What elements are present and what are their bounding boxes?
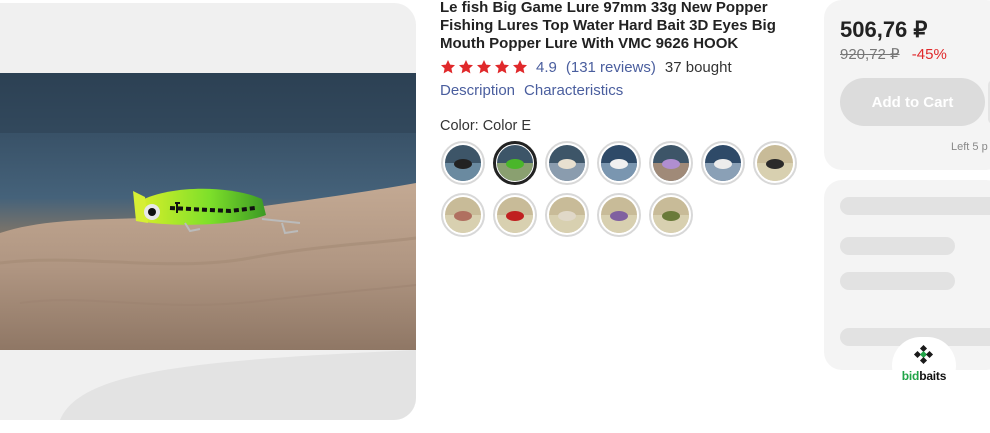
bidbaits-wordmark: bidbaits bbox=[901, 369, 947, 383]
product-title: Le fish Big Game Lure 97mm 33g New Poppe… bbox=[440, 0, 776, 52]
tab-description[interactable]: Description bbox=[440, 82, 515, 99]
rating-stars bbox=[440, 59, 528, 75]
rating-row[interactable]: 4.9 (131 reviews) 37 bought bbox=[440, 58, 732, 76]
bidbaits-logo: bidbaits bbox=[892, 337, 956, 389]
color-swatch[interactable] bbox=[649, 141, 693, 185]
skeleton-bar bbox=[840, 197, 990, 215]
color-swatch[interactable] bbox=[597, 141, 641, 185]
star-icon bbox=[459, 60, 473, 74]
tab-characteristics[interactable]: Characteristics bbox=[524, 82, 623, 99]
swatch-thumbnail bbox=[497, 197, 533, 233]
swatch-thumbnail bbox=[705, 145, 741, 181]
star-icon bbox=[513, 60, 527, 74]
swatch-thumbnail bbox=[757, 145, 793, 181]
gallery-decor bbox=[60, 350, 416, 420]
swatch-thumbnail bbox=[653, 197, 689, 233]
color-swatch[interactable] bbox=[597, 193, 641, 237]
swatch-thumbnail bbox=[445, 145, 481, 181]
color-swatch[interactable] bbox=[441, 193, 485, 237]
star-icon bbox=[441, 60, 455, 74]
color-swatch[interactable] bbox=[493, 193, 537, 237]
old-price: 920,72 ₽ bbox=[840, 46, 900, 63]
skeleton-bar bbox=[840, 272, 955, 290]
product-tabs: Description Characteristics bbox=[440, 82, 623, 99]
bidbaits-logo-icon bbox=[913, 345, 934, 365]
color-swatch[interactable] bbox=[753, 141, 797, 185]
reviews-link[interactable]: (131 reviews) bbox=[566, 59, 656, 76]
star-icon bbox=[495, 60, 509, 74]
color-swatch[interactable] bbox=[701, 141, 745, 185]
product-gallery[interactable] bbox=[0, 3, 416, 420]
rating-value: 4.9 bbox=[536, 58, 557, 76]
swatch-thumbnail bbox=[445, 197, 481, 233]
star-icon bbox=[477, 60, 491, 74]
product-image[interactable] bbox=[0, 73, 416, 350]
color-swatch[interactable] bbox=[649, 193, 693, 237]
swatch-thumbnail bbox=[497, 145, 533, 181]
discount-badge: -45% bbox=[911, 46, 947, 63]
swatch-thumbnail bbox=[601, 145, 637, 181]
current-price: 506,76 ₽ bbox=[840, 17, 928, 42]
color-swatch[interactable] bbox=[441, 141, 485, 185]
swatch-thumbnail bbox=[549, 197, 585, 233]
bought-count: 37 bought bbox=[664, 58, 732, 76]
color-swatch[interactable] bbox=[545, 141, 589, 185]
swatch-thumbnail bbox=[549, 145, 585, 181]
color-swatch[interactable] bbox=[545, 193, 589, 237]
old-price-row: 920,72 ₽ -45% bbox=[840, 45, 947, 63]
color-label: Color: Color E bbox=[440, 118, 532, 134]
skeleton-bar bbox=[840, 237, 955, 255]
swatch-thumbnail bbox=[653, 145, 689, 181]
color-swatch[interactable] bbox=[493, 141, 537, 185]
add-to-cart-button[interactable]: Add to Cart bbox=[840, 78, 985, 126]
swatch-thumbnail bbox=[601, 197, 637, 233]
stock-left-text: Left 5 p bbox=[951, 141, 988, 153]
